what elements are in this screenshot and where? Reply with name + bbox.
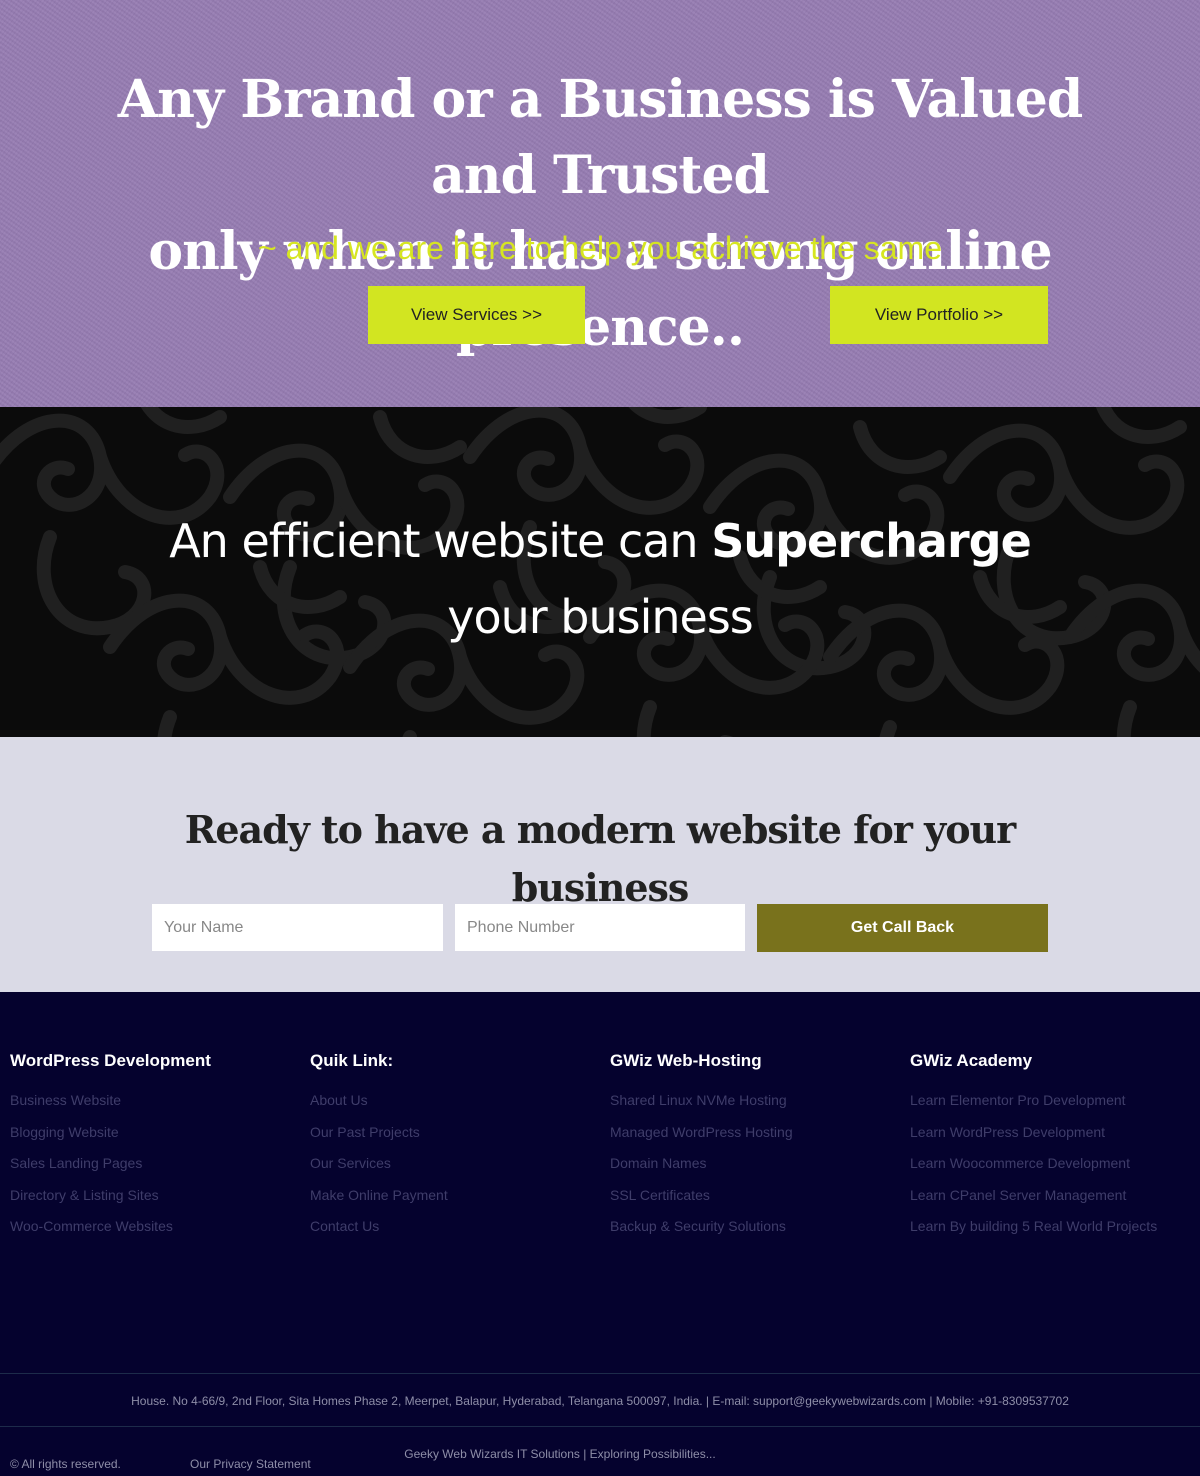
footer-link[interactable]: Backup & Security Solutions: [610, 1217, 793, 1235]
footer-link[interactable]: Contact Us: [310, 1217, 448, 1235]
address-bar: House. No 4-66/9, 2nd Floor, Sita Homes …: [0, 1373, 1200, 1427]
footer-link[interactable]: Learn By building 5 Real World Projects: [910, 1217, 1157, 1235]
company-tagline: Geeky Web Wizards IT Solutions | Explori…: [404, 1447, 716, 1461]
contact-title: Ready to have a modern website for your …: [184, 807, 1016, 910]
footer-link[interactable]: Learn Elementor Pro Development: [910, 1091, 1157, 1109]
footer-link[interactable]: About Us: [310, 1091, 448, 1109]
footer-link[interactable]: Directory & Listing Sites: [10, 1186, 211, 1204]
privacy-statement-link[interactable]: Our Privacy Statement: [190, 1457, 311, 1471]
footer-link[interactable]: Domain Names: [610, 1154, 793, 1172]
supercharge-heading: An efficient website can Supercharge you…: [150, 503, 1050, 655]
hero-section: Any Brand or a Business is Valued and Tr…: [0, 0, 1200, 407]
footer-column-hosting: GWiz Web-Hosting Shared Linux NVMe Hosti…: [610, 1050, 793, 1249]
bottom-bar: © All rights reserved. Our Privacy State…: [0, 1427, 1200, 1476]
footer-column-title: GWiz Academy: [910, 1051, 1033, 1070]
footer-column-wordpress: WordPress Development Business Website B…: [10, 1050, 211, 1249]
footer-column-title: GWiz Web-Hosting: [610, 1051, 762, 1070]
footer-column-academy: GWiz Academy Learn Elementor Pro Develop…: [910, 1050, 1157, 1249]
footer-link[interactable]: Learn CPanel Server Management: [910, 1186, 1157, 1204]
view-portfolio-button[interactable]: View Portfolio >>: [830, 286, 1048, 344]
footer-link[interactable]: Learn WordPress Development: [910, 1123, 1157, 1141]
supercharge-after: your business: [447, 590, 754, 644]
footer-link[interactable]: SSL Certificates: [610, 1186, 793, 1204]
footer: WordPress Development Business Website B…: [0, 992, 1200, 1373]
hero-subtitle: ~ and we are here to help you achieve th…: [258, 230, 942, 266]
footer-link[interactable]: Shared Linux NVMe Hosting: [610, 1091, 793, 1109]
phone-input[interactable]: [455, 904, 745, 951]
supercharge-highlight: Supercharge: [711, 514, 1032, 568]
copyright-text: © All rights reserved.: [10, 1457, 121, 1471]
supercharge-section: An efficient website can Supercharge you…: [0, 407, 1200, 737]
view-services-button[interactable]: View Services >>: [368, 286, 585, 344]
contact-section: Ready to have a modern website for your …: [0, 737, 1200, 992]
hero-title-line1: Any Brand or a Business is Valued and Tr…: [117, 69, 1083, 206]
supercharge-before: An efficient website can: [169, 514, 712, 568]
contact-address: House. No 4-66/9, 2nd Floor, Sita Homes …: [131, 1394, 1069, 1408]
get-call-back-button[interactable]: Get Call Back: [757, 904, 1048, 952]
footer-link[interactable]: Our Past Projects: [310, 1123, 448, 1141]
footer-link[interactable]: Sales Landing Pages: [10, 1154, 211, 1172]
footer-column-title: WordPress Development: [10, 1051, 211, 1070]
footer-link[interactable]: Managed WordPress Hosting: [610, 1123, 793, 1141]
footer-link[interactable]: Learn Woocommerce Development: [910, 1154, 1157, 1172]
name-input[interactable]: [152, 904, 443, 951]
footer-link[interactable]: Make Online Payment: [310, 1186, 448, 1204]
footer-column-title: Quik Link:: [310, 1051, 394, 1070]
footer-link[interactable]: Woo-Commerce Websites: [10, 1217, 211, 1235]
footer-link[interactable]: Our Services: [310, 1154, 448, 1172]
footer-link[interactable]: Business Website: [10, 1091, 211, 1109]
footer-column-quick-links: Quik Link: About Us Our Past Projects Ou…: [310, 1050, 448, 1249]
footer-link[interactable]: Blogging Website: [10, 1123, 211, 1141]
